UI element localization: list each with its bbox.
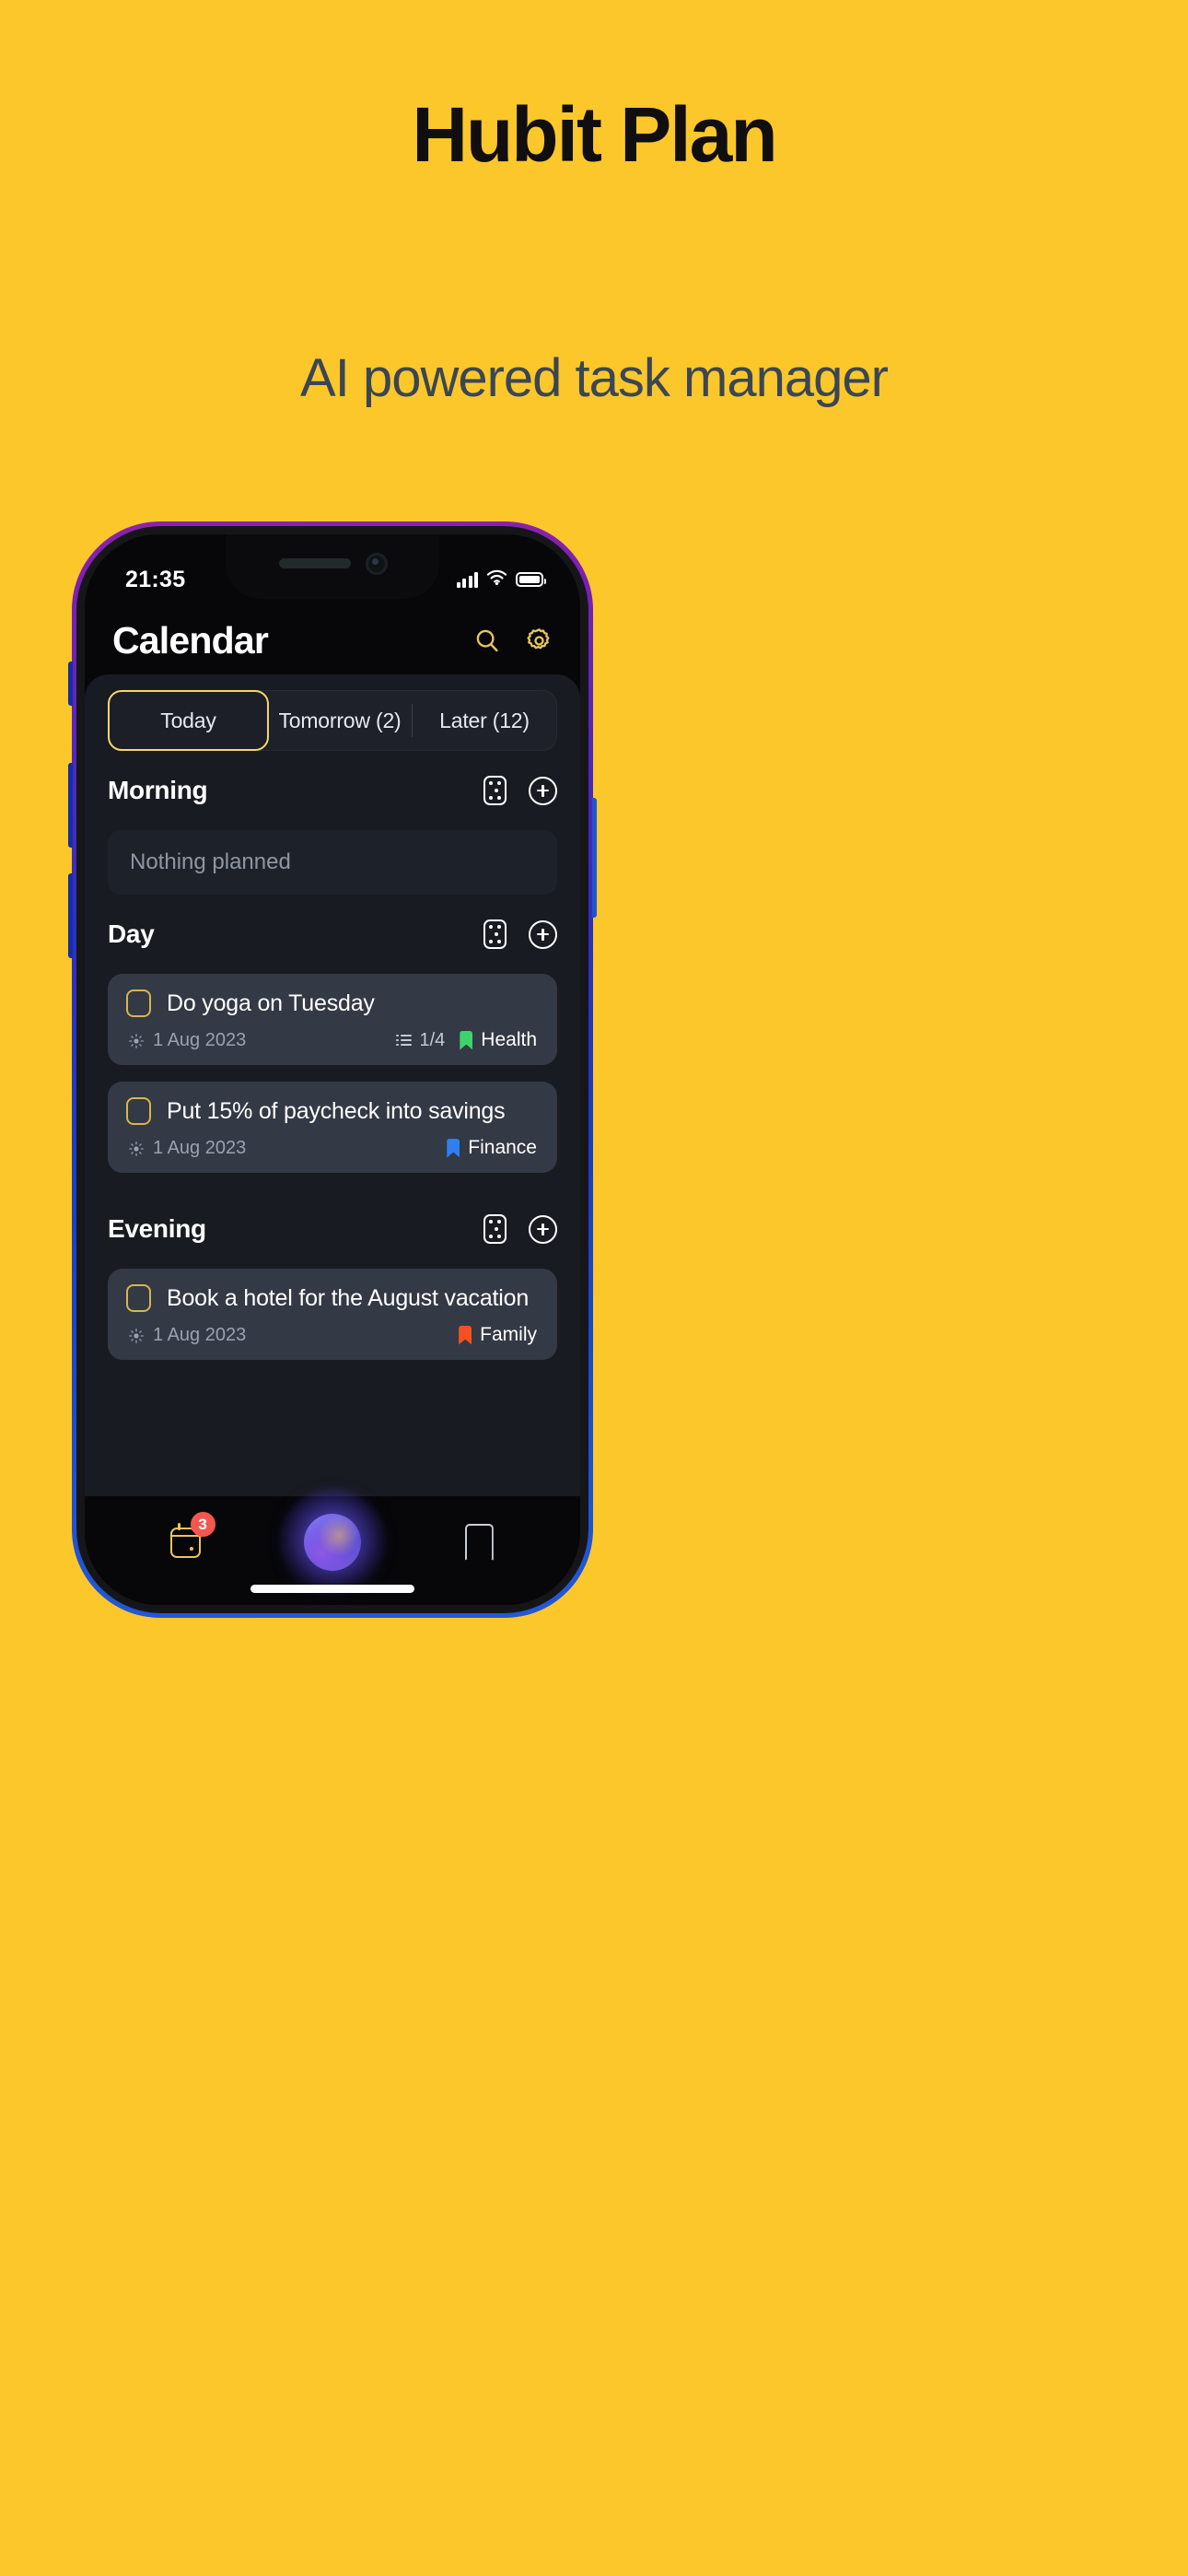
section-header-morning: Morning (108, 751, 557, 830)
task-meta-row: 1 Aug 2023 Family (126, 1324, 537, 1346)
home-indicator[interactable] (250, 1585, 414, 1593)
task-sections: Morning Nothing planned Day Do yoga on T… (85, 751, 580, 1496)
task-row[interactable]: Put 15% of paycheck into savings 1 Aug 2… (108, 1082, 557, 1173)
section-header-evening: Evening (108, 1189, 557, 1269)
tab-today-label: Today (160, 708, 216, 732)
task-tag-label: Family (480, 1324, 537, 1345)
task-subtasks: 1/4 (396, 1030, 445, 1051)
app-title: Calendar (112, 618, 269, 662)
battery-full-icon (516, 572, 546, 587)
dice-icon[interactable] (483, 1214, 507, 1244)
calendar-badge: 3 (190, 1512, 215, 1537)
section-header-day: Day (108, 895, 557, 974)
plus-circle-icon[interactable] (529, 1214, 557, 1244)
section-actions-evening (483, 1214, 557, 1244)
search-icon[interactable] (472, 625, 503, 656)
section-actions-morning (483, 776, 557, 805)
phone-volume-up-button[interactable] (68, 763, 73, 848)
task-row[interactable]: Do yoga on Tuesday 1 Aug 2023 1/4 Health (108, 974, 557, 1065)
task-main: Put 15% of paycheck into savings (126, 1097, 537, 1125)
section-title-evening: Evening (108, 1214, 206, 1243)
task-checkbox[interactable] (126, 1097, 151, 1125)
page-title: Hubit Plan (412, 91, 777, 178)
tab-later-label: Later (12) (439, 708, 530, 732)
task-row[interactable]: Book a hotel for the August vacation 1 A… (108, 1269, 557, 1360)
period-tabs: Today Tomorrow (2) Later (12) (108, 690, 557, 751)
task-meta: 1/4 Health (396, 1029, 537, 1051)
task-main: Do yoga on Tuesday (126, 989, 537, 1017)
app-header: Calendar (85, 606, 580, 674)
task-meta: Family (459, 1324, 537, 1346)
dice-icon[interactable] (483, 919, 507, 949)
earpiece-speaker (279, 558, 351, 568)
promo-page: Hubit Plan AI powered task manager Calen… (0, 0, 1188, 2576)
task-date: 1 Aug 2023 (129, 1325, 246, 1346)
task-meta-row: 1 Aug 2023 Finance (126, 1137, 537, 1159)
front-camera (366, 553, 388, 575)
plus-circle-icon[interactable] (529, 919, 557, 949)
plus-circle-icon[interactable] (529, 776, 557, 805)
gear-icon[interactable] (523, 625, 554, 656)
task-tag-label: Finance (468, 1137, 537, 1158)
section-actions-day (483, 919, 557, 949)
sun-icon (129, 1328, 144, 1343)
phone-notch (226, 534, 439, 599)
bookmark-icon (460, 1031, 472, 1050)
nav-calendar[interactable]: 3 (149, 1512, 223, 1571)
task-meta: Finance (447, 1137, 537, 1159)
task-tag: Finance (447, 1137, 537, 1159)
task-title: Do yoga on Tuesday (167, 989, 375, 1016)
sun-icon (129, 1141, 144, 1156)
task-tag: Health (460, 1029, 537, 1051)
task-checkbox[interactable] (126, 1284, 151, 1312)
task-tag: Family (459, 1324, 537, 1346)
phone-screen: Calendar Today Tomorrow (2) Later (12) M… (85, 534, 580, 1605)
tab-later[interactable]: Later (12) (413, 691, 556, 750)
sun-icon (129, 1033, 144, 1048)
status-icons (456, 569, 546, 590)
bookmark-icon (447, 1139, 460, 1158)
bookmark-icon (459, 1326, 472, 1345)
empty-state-label: Nothing planned (130, 849, 291, 874)
task-meta-row: 1 Aug 2023 1/4 Health (126, 1029, 537, 1051)
wifi-icon (486, 569, 507, 590)
content-sheet: Today Tomorrow (2) Later (12) Morning No… (85, 674, 580, 1496)
app-root: Calendar Today Tomorrow (2) Later (12) M… (85, 534, 580, 1605)
status-time: 21:35 (125, 566, 186, 592)
dice-icon[interactable] (483, 776, 507, 805)
empty-state-morning[interactable]: Nothing planned (108, 830, 557, 895)
task-date: 1 Aug 2023 (129, 1138, 246, 1159)
nav-bookmarks[interactable] (442, 1514, 516, 1571)
task-subtasks-count: 1/4 (419, 1029, 446, 1050)
tab-tomorrow[interactable]: Tomorrow (2) (268, 691, 412, 750)
task-title: Put 15% of paycheck into savings (167, 1097, 506, 1124)
bookmark-icon (465, 1524, 494, 1561)
phone-volume-down-button[interactable] (68, 873, 73, 958)
checklist-icon (396, 1034, 413, 1047)
ai-orb-icon (303, 1514, 361, 1571)
task-tag-label: Health (481, 1029, 537, 1050)
section-title-morning: Morning (108, 776, 208, 804)
task-title: Book a hotel for the August vacation (167, 1284, 530, 1311)
phone-silent-switch[interactable] (68, 662, 73, 706)
task-date: 1 Aug 2023 (129, 1030, 246, 1051)
task-date-label: 1 Aug 2023 (153, 1029, 247, 1050)
cellular-bars-icon (456, 571, 478, 588)
page-subtitle: AI powered task manager (300, 348, 889, 408)
tab-tomorrow-label: Tomorrow (2) (278, 708, 402, 732)
task-checkbox[interactable] (126, 989, 151, 1017)
task-date-label: 1 Aug 2023 (153, 1137, 247, 1158)
header-actions (472, 625, 554, 656)
phone-power-button[interactable] (592, 798, 597, 918)
nav-ai-assistant[interactable] (277, 1489, 388, 1596)
section-title-day: Day (108, 919, 155, 948)
phone-mockup: Calendar Today Tomorrow (2) Later (12) M… (68, 521, 1116, 2279)
tab-today[interactable]: Today (108, 690, 269, 751)
task-date-label: 1 Aug 2023 (153, 1324, 247, 1345)
task-main: Book a hotel for the August vacation (126, 1284, 537, 1312)
